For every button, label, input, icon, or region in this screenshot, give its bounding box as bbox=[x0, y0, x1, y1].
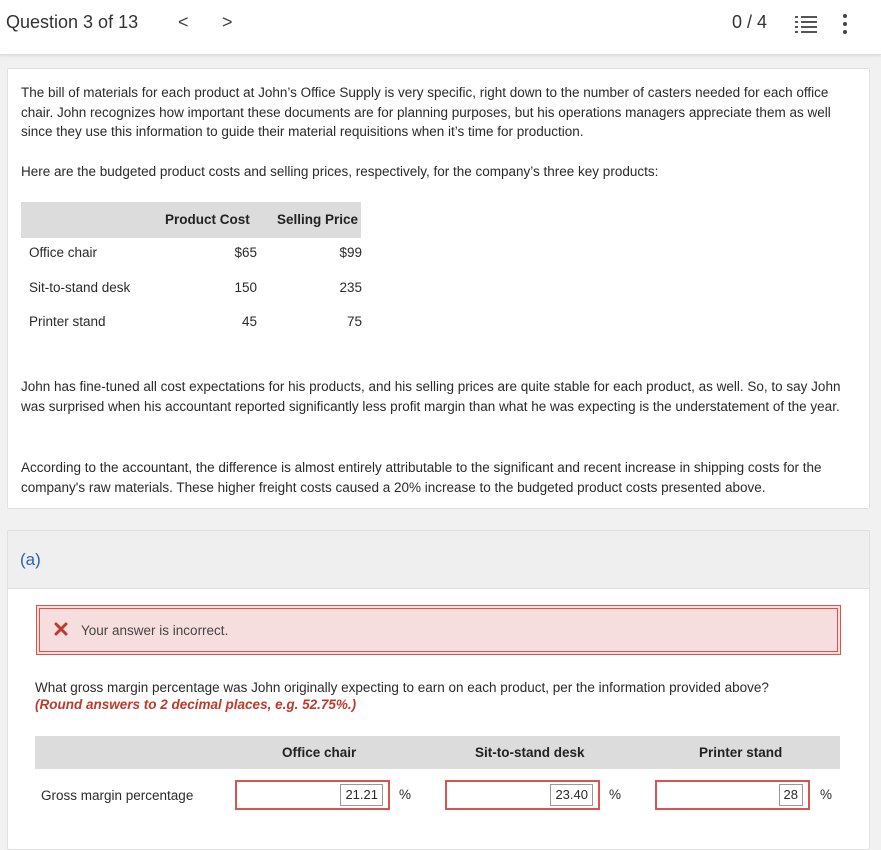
selling-price: 235 bbox=[339, 280, 362, 295]
question-stem-card: The bill of materials for each product a… bbox=[7, 68, 870, 509]
selling-price: 75 bbox=[346, 314, 362, 329]
intro-paragraph-3: John has fine-tuned all cost expectation… bbox=[21, 379, 841, 414]
error-message: Your answer is incorrect. bbox=[81, 623, 229, 638]
intro-paragraph-4: According to the accountant, the differe… bbox=[21, 460, 822, 495]
intro-paragraph-1: The bill of materials for each product a… bbox=[21, 85, 831, 139]
question-counter: Question 3 of 13 bbox=[6, 12, 139, 32]
percent-unit: % bbox=[609, 787, 622, 802]
column-office-chair: Office chair bbox=[282, 745, 357, 760]
printer-stand-margin-input[interactable]: 28 bbox=[655, 780, 810, 810]
column-sit-to-stand-desk: Sit-to-stand desk bbox=[475, 745, 585, 760]
product-table-header: Product Cost Selling Price bbox=[21, 202, 361, 238]
table-row: Printer stand 45 75 bbox=[21, 314, 362, 334]
question-text: What gross margin percentage was John or… bbox=[35, 680, 769, 695]
answer-table-header: Office chair Sit-to-stand desk Printer s… bbox=[35, 736, 840, 769]
x-icon bbox=[54, 622, 68, 636]
next-question-button[interactable]: > bbox=[222, 12, 233, 33]
office-chair-margin-input[interactable]: 21.21 bbox=[235, 780, 390, 810]
product-cost: $65 bbox=[234, 245, 257, 260]
intro-paragraph-2: Here are the budgeted product costs and … bbox=[21, 164, 659, 179]
product-name: Printer stand bbox=[29, 314, 106, 329]
previous-question-button[interactable]: < bbox=[178, 12, 189, 33]
list-icon[interactable] bbox=[795, 14, 817, 34]
header-product-cost: Product Cost bbox=[165, 212, 250, 227]
incorrect-answer-alert: Your answer is incorrect. bbox=[36, 605, 841, 655]
percent-unit: % bbox=[399, 787, 412, 802]
rounding-note: (Round answers to 2 decimal places, e.g.… bbox=[35, 697, 357, 712]
printer-stand-margin-value: 28 bbox=[778, 784, 803, 806]
desk-margin-input[interactable]: 23.40 bbox=[445, 780, 600, 810]
part-a-card: (a) Your answer is incorrect. What gross… bbox=[7, 530, 870, 850]
header-selling-price: Selling Price bbox=[277, 212, 359, 227]
percent-unit: % bbox=[820, 787, 833, 802]
part-header: (a) bbox=[8, 531, 869, 589]
score-display: 0 / 4 bbox=[732, 12, 768, 32]
column-printer-stand: Printer stand bbox=[699, 745, 783, 760]
product-cost: 150 bbox=[234, 280, 257, 295]
product-cost: 45 bbox=[241, 314, 257, 329]
table-row: Office chair $65 $99 bbox=[21, 245, 362, 265]
office-chair-margin-value: 21.21 bbox=[340, 784, 383, 806]
desk-margin-value: 23.40 bbox=[550, 784, 593, 806]
product-name: Sit-to-stand desk bbox=[29, 280, 131, 295]
top-bar: Question 3 of 13 < > 0 / 4 bbox=[0, 0, 881, 55]
gross-margin-label: Gross margin percentage bbox=[41, 788, 194, 803]
part-label: (a) bbox=[20, 550, 41, 569]
table-row: Sit-to-stand desk 150 235 bbox=[21, 280, 362, 300]
selling-price: $99 bbox=[339, 245, 362, 260]
vertical-ellipsis-icon[interactable] bbox=[840, 12, 850, 36]
product-name: Office chair bbox=[29, 245, 98, 260]
